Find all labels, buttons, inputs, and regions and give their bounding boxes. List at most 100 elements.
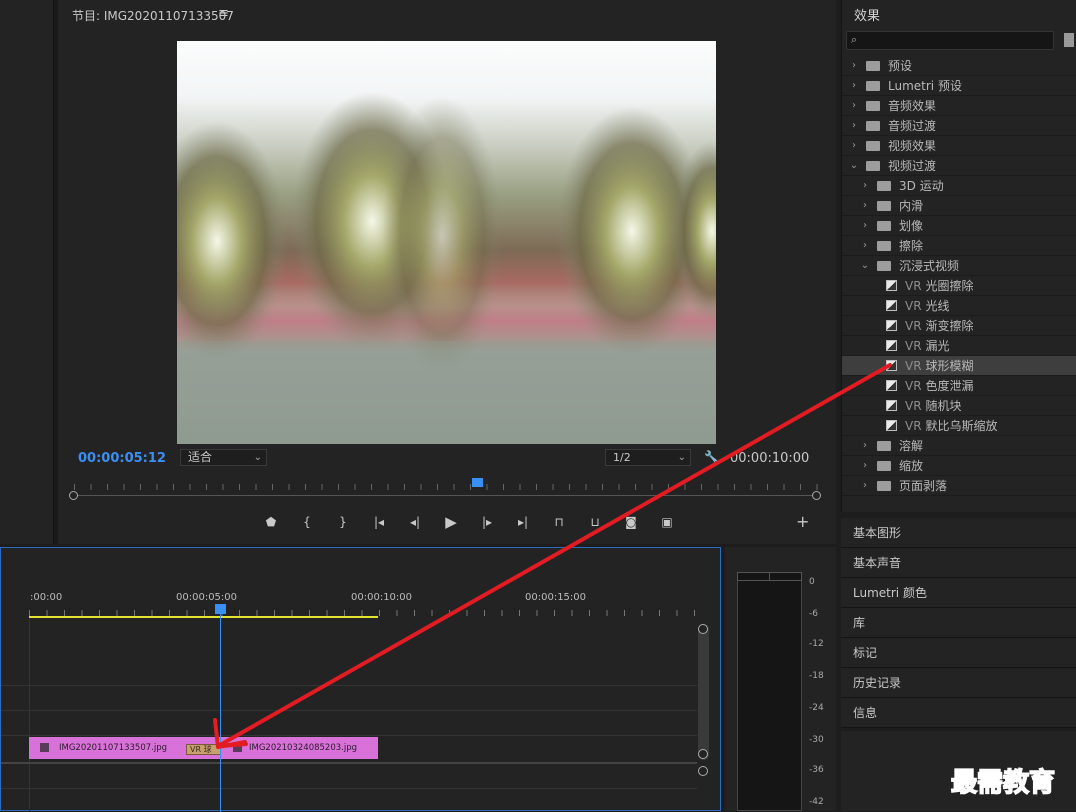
mark-in-icon[interactable]: { (289, 512, 325, 532)
side-panel-tab[interactable]: Lumetri 颜色 (841, 578, 1076, 608)
wrench-icon[interactable]: 🔧 (704, 450, 719, 464)
step-back-icon[interactable]: ◂| (397, 512, 433, 532)
scrub-start-handle[interactable] (69, 491, 78, 500)
chevron-right-icon[interactable]: › (859, 200, 871, 211)
playhead-line (220, 614, 221, 812)
vertical-scrollbar[interactable] (698, 624, 709, 760)
effects-tree-label: Lumetri 预设 (888, 79, 962, 93)
preset-folder-icon (866, 80, 880, 91)
scroll-handle-audio[interactable] (698, 766, 708, 776)
work-area-bar[interactable] (29, 616, 378, 618)
current-timecode[interactable]: 00:00:05:12 (78, 451, 166, 466)
effects-tree-item[interactable]: › 擦除 (842, 236, 1076, 256)
video-transition-icon (886, 420, 897, 431)
effects-tree-item[interactable]: › 页面剥落 (842, 476, 1076, 496)
chevron-right-icon[interactable]: › (859, 460, 871, 471)
fit-select-value: 适合 (188, 450, 213, 464)
effects-panel-title[interactable]: 效果 (854, 5, 880, 24)
new-bin-icon[interactable] (1064, 33, 1074, 47)
effects-tree-item[interactable]: VR 光线 (842, 296, 1076, 316)
folder-icon (866, 160, 880, 171)
folder-icon (866, 120, 880, 131)
effects-tree-label: 视频效果 (888, 139, 937, 153)
effects-tree-item[interactable]: › 内滑 (842, 196, 1076, 216)
add-marker-icon[interactable]: ⬟ (253, 512, 289, 532)
ruler-label: :00:00 (30, 592, 63, 603)
timeline-playhead[interactable] (215, 604, 226, 614)
chevron-down-icon[interactable]: ⌄ (848, 160, 860, 171)
chevron-right-icon[interactable]: › (848, 140, 860, 151)
vr-transition-on-clip[interactable]: VR 球 (186, 744, 221, 755)
effects-tree-label: 音频效果 (888, 99, 937, 113)
track-separator (1, 735, 697, 736)
meter-channel-divider (769, 572, 770, 581)
playback-resolution-select[interactable]: 1/2 ⌄ (605, 449, 691, 466)
side-panel-tab[interactable]: 历史记录 (841, 668, 1076, 698)
db-label: 0 (809, 577, 815, 587)
chevron-right-icon[interactable]: › (859, 240, 871, 251)
effects-tree-item[interactable]: VR 球形模糊 (842, 356, 1076, 376)
hamburger-icon[interactable]: ≡ (218, 6, 229, 21)
effects-tree-item[interactable]: › 预设 (842, 56, 1076, 76)
vr-prefix: VR (905, 398, 922, 413)
chevron-right-icon[interactable]: › (848, 100, 860, 111)
zoom-fit-select[interactable]: 适合 ⌄ (180, 449, 267, 466)
timeline-clip[interactable]: IMG20210324085203.jpg (205, 737, 378, 759)
effects-tree-item[interactable]: VR 光圈擦除 (842, 276, 1076, 296)
lift-icon[interactable]: ⊓ (541, 512, 577, 532)
go-to-out-icon[interactable]: ▸| (505, 512, 541, 532)
video-audio-divider (1, 762, 697, 764)
effects-search-input[interactable]: ⌕ (846, 31, 1054, 50)
chevron-right-icon[interactable]: › (848, 120, 860, 131)
search-icon: ⌕ (851, 33, 858, 46)
image-clip-icon (40, 743, 49, 752)
effects-tree-item[interactable]: VR 渐变擦除 (842, 316, 1076, 336)
effects-tree-item[interactable]: › Lumetri 预设 (842, 76, 1076, 96)
chevron-right-icon[interactable]: › (859, 440, 871, 451)
effects-tree-item[interactable]: › 视频效果 (842, 136, 1076, 156)
program-playhead[interactable] (472, 478, 483, 487)
side-panel-tab[interactable]: 信息 (841, 698, 1076, 728)
side-panel-tab[interactable]: 基本声音 (841, 548, 1076, 578)
effects-tree-item[interactable]: VR 默比乌斯缩放 (842, 416, 1076, 436)
side-panel-tab[interactable]: 库 (841, 608, 1076, 638)
side-panel-tab[interactable]: 基本图形 (841, 518, 1076, 548)
go-to-in-icon[interactable]: |◂ (361, 512, 397, 532)
chevron-right-icon[interactable]: › (859, 220, 871, 231)
db-label: -12 (809, 639, 824, 649)
scrub-end-handle[interactable] (812, 491, 821, 500)
compare-icon[interactable]: ▣ (649, 512, 685, 532)
export-frame-icon[interactable]: ◙ (613, 512, 649, 532)
program-monitor-title[interactable]: 节目: IMG20201107133507 (72, 7, 234, 24)
timeline-clip[interactable]: IMG20201107133507.jpg (29, 737, 205, 759)
chevron-down-icon[interactable]: ⌄ (859, 260, 871, 271)
chevron-right-icon[interactable]: › (848, 60, 860, 71)
chevron-right-icon[interactable]: › (859, 180, 871, 191)
side-panel-tab[interactable]: 标记 (841, 638, 1076, 668)
effects-tree-item[interactable]: › 划像 (842, 216, 1076, 236)
play-icon[interactable]: ▶ (433, 512, 469, 532)
timeline-ruler[interactable]: :00:00 00:00:05:00 00:00:10:00 00:00:15:… (1, 588, 721, 618)
scroll-handle-top[interactable] (698, 624, 708, 634)
effects-tree-item[interactable]: › 溶解 (842, 436, 1076, 456)
effects-tree-item[interactable]: ⌄ 沉浸式视频 (842, 256, 1076, 276)
effects-tree-item[interactable]: › 缩放 (842, 456, 1076, 476)
effects-tree-item[interactable]: VR 色度泄漏 (842, 376, 1076, 396)
extract-icon[interactable]: ⊔ (577, 512, 613, 532)
effects-tree-label: 缩放 (899, 459, 924, 473)
effects-tree-item[interactable]: ⌄ 视频过渡 (842, 156, 1076, 176)
scroll-handle-bottom[interactable] (698, 749, 708, 759)
step-forward-icon[interactable]: |▸ (469, 512, 505, 532)
scrub-ticks (74, 484, 820, 490)
effects-tree-item[interactable]: VR 漏光 (842, 336, 1076, 356)
video-transition-icon (886, 360, 897, 371)
chevron-right-icon[interactable]: › (848, 80, 860, 91)
mark-out-icon[interactable]: } (325, 512, 361, 532)
program-scrub-bar[interactable] (69, 478, 821, 500)
effects-tree-item[interactable]: › 音频过渡 (842, 116, 1076, 136)
effects-tree-item[interactable]: VR 随机块 (842, 396, 1076, 416)
chevron-right-icon[interactable]: › (859, 480, 871, 491)
add-button[interactable]: + (796, 512, 809, 531)
effects-tree-item[interactable]: › 音频效果 (842, 96, 1076, 116)
effects-tree-item[interactable]: › 3D 运动 (842, 176, 1076, 196)
